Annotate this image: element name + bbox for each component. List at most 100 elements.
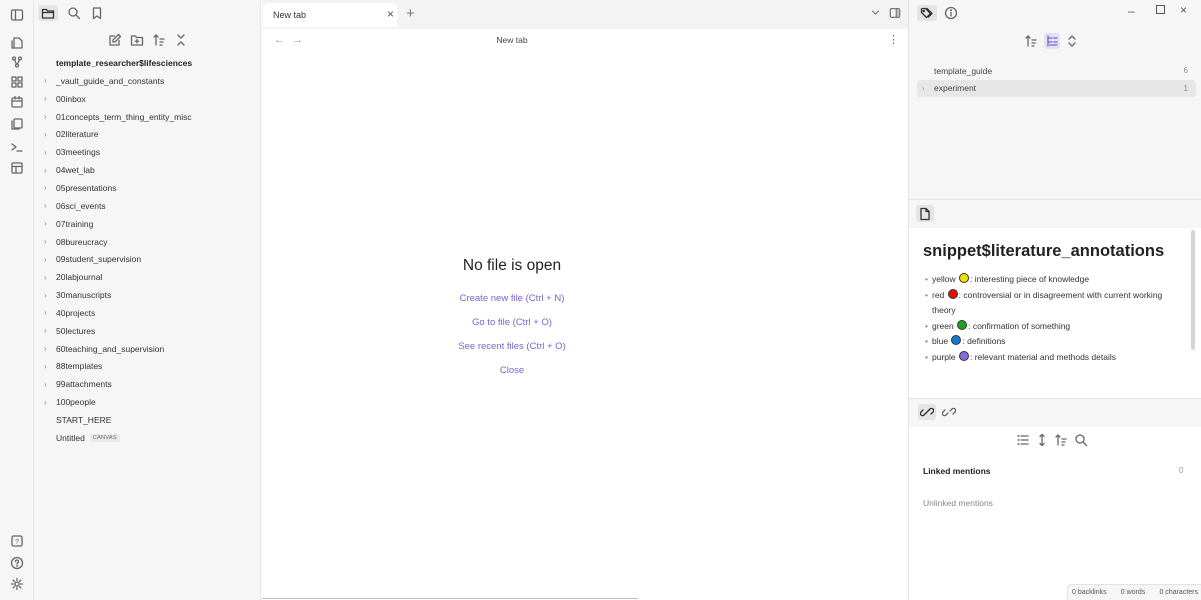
chevron-right-icon[interactable]: › [34, 166, 56, 175]
vault-name[interactable]: template_researcher$lifesciences [56, 58, 192, 68]
snippet-preview: snippet$literature_annotations yellow : … [909, 228, 1201, 398]
chevron-right-icon[interactable]: › [34, 76, 56, 85]
search-icon[interactable] [1074, 433, 1088, 447]
chevron-right-icon[interactable]: › [34, 183, 56, 192]
calendar-icon[interactable] [10, 95, 24, 109]
list-item: blue : definitions [925, 334, 1185, 350]
go-to-file-link[interactable]: Go to file (Ctrl + O) [262, 317, 762, 329]
backlinks-count[interactable]: 0 backlinks [1072, 589, 1107, 596]
tab-label: New tab [273, 10, 307, 20]
sort-tags-icon[interactable] [1023, 33, 1039, 49]
right-sidebar-toggle-icon[interactable] [889, 7, 901, 19]
chevron-right-icon[interactable]: › [34, 273, 56, 282]
tab-close-icon[interactable]: × [387, 8, 394, 20]
chevron-right-icon[interactable]: › [34, 326, 56, 335]
linked-mentions-header[interactable]: Linked mentions [923, 466, 991, 476]
tree-folder[interactable]: › 00inbox [34, 90, 261, 108]
scrollbar[interactable] [1191, 230, 1195, 350]
canvas-icon[interactable] [10, 75, 24, 89]
tree-file[interactable]: ›START_HERE [34, 411, 261, 429]
tree-folder[interactable]: › 60teaching_and_supervision [34, 340, 261, 358]
new-tab-icon[interactable]: + [406, 6, 415, 21]
tree-folder[interactable]: › 02literature [34, 126, 261, 144]
file-explorer-tab[interactable] [38, 5, 58, 21]
chevron-right-icon[interactable]: › [34, 219, 56, 228]
tree-folder[interactable]: › 01concepts_term_thing_entity_misc [34, 108, 261, 126]
window-minimize-icon[interactable]: – [1128, 4, 1135, 18]
new-note-icon[interactable] [108, 33, 122, 47]
tree-folder[interactable]: › 20labjournal [34, 268, 261, 286]
sort-backlinks-icon[interactable] [1054, 433, 1068, 447]
tree-folder[interactable]: › _vault_guide_and_constants [34, 72, 261, 90]
chevron-right-icon[interactable]: › [34, 362, 56, 371]
layout-icon[interactable] [10, 161, 24, 175]
tree-folder[interactable]: › 100people [34, 393, 261, 411]
chevron-right-icon[interactable]: › [34, 398, 56, 407]
chevron-right-icon[interactable]: › [34, 94, 56, 103]
window-maximize-icon[interactable] [1156, 5, 1165, 14]
character-count: 0 characters [1159, 589, 1198, 596]
tree-folder[interactable]: › 99attachments [34, 375, 261, 393]
tree-folder[interactable]: › 06sci_events [34, 197, 261, 215]
bookmarks-tab[interactable] [87, 5, 107, 21]
chevron-right-icon[interactable]: › [34, 255, 56, 264]
expand-collapse-icon[interactable] [1064, 33, 1080, 49]
info-tab[interactable] [941, 5, 961, 21]
chevron-right-icon[interactable]: › [922, 84, 934, 93]
create-new-file-link[interactable]: Create new file (Ctrl + N) [262, 293, 762, 305]
backlinks-tab[interactable] [918, 404, 936, 420]
collapse-results-icon[interactable] [1016, 433, 1030, 447]
graph-view-icon[interactable] [10, 55, 24, 69]
tree-folder[interactable]: › 40projects [34, 304, 261, 322]
help-icon[interactable] [10, 556, 24, 570]
tag-row[interactable]: › experiment 1 [917, 79, 1196, 97]
templates-icon[interactable] [10, 117, 24, 131]
chevron-right-icon[interactable]: › [34, 237, 56, 246]
tree-folder[interactable]: › 03meetings [34, 143, 261, 161]
chevron-right-icon[interactable]: › [34, 148, 56, 157]
window-close-icon[interactable]: × [1180, 3, 1187, 17]
see-recent-files-link[interactable]: See recent files (Ctrl + O) [262, 341, 762, 353]
chevron-right-icon[interactable]: › [34, 291, 56, 300]
new-folder-icon[interactable] [130, 33, 144, 47]
more-options-icon[interactable]: ⋮ [888, 33, 899, 46]
unlinked-mentions-header[interactable]: Unlinked mentions [923, 498, 993, 508]
tree-folder[interactable]: › 09student_supervision [34, 250, 261, 268]
settings-icon[interactable] [10, 577, 24, 591]
tree-folder[interactable]: › 05presentations [34, 179, 261, 197]
color-name: yellow [932, 274, 958, 284]
show-more-context-icon[interactable] [1035, 433, 1049, 447]
chevron-right-icon[interactable]: › [34, 344, 56, 353]
tag-name: template_guide [934, 65, 993, 76]
close-link[interactable]: Close [262, 365, 762, 377]
search-tab[interactable] [64, 5, 84, 21]
vault-switcher-icon[interactable]: ? [10, 534, 24, 548]
color-dot-icon [951, 335, 962, 345]
tree-folder[interactable]: › 07training [34, 215, 261, 233]
tree-file[interactable]: ›UntitledCANVAS [34, 429, 261, 447]
chevron-right-icon[interactable]: › [34, 112, 56, 121]
nested-tags-icon[interactable] [1044, 33, 1060, 49]
sidebar-toggle-icon[interactable] [10, 8, 24, 22]
tab-list-dropdown-icon[interactable] [870, 7, 881, 18]
tree-folder[interactable]: › 08bureucracy [34, 233, 261, 251]
chevron-right-icon[interactable]: › [34, 130, 56, 139]
tree-item-label: 04wet_lab [56, 165, 95, 176]
sort-icon[interactable] [152, 33, 166, 47]
tree-folder[interactable]: › 30manuscripts [34, 286, 261, 304]
tree-folder[interactable]: › 50lectures [34, 322, 261, 340]
tag-row[interactable]: template_guide 6 [917, 62, 1196, 80]
tab-new-tab[interactable]: New tab [263, 3, 397, 27]
terminal-icon[interactable] [10, 140, 24, 154]
tree-folder[interactable]: › 88templates [34, 358, 261, 376]
tree-folder[interactable]: › 04wet_lab [34, 161, 261, 179]
list-item: red : controversial or in disagreement w… [925, 288, 1185, 319]
file-icon[interactable] [916, 205, 934, 222]
outgoing-links-tab[interactable] [940, 404, 958, 420]
tags-tab[interactable] [917, 5, 937, 21]
chevron-right-icon[interactable]: › [34, 308, 56, 317]
chevron-right-icon[interactable]: › [34, 201, 56, 210]
chevron-right-icon[interactable]: › [34, 380, 56, 389]
switcher-icon[interactable] [10, 36, 24, 50]
collapse-all-icon[interactable] [174, 33, 188, 47]
